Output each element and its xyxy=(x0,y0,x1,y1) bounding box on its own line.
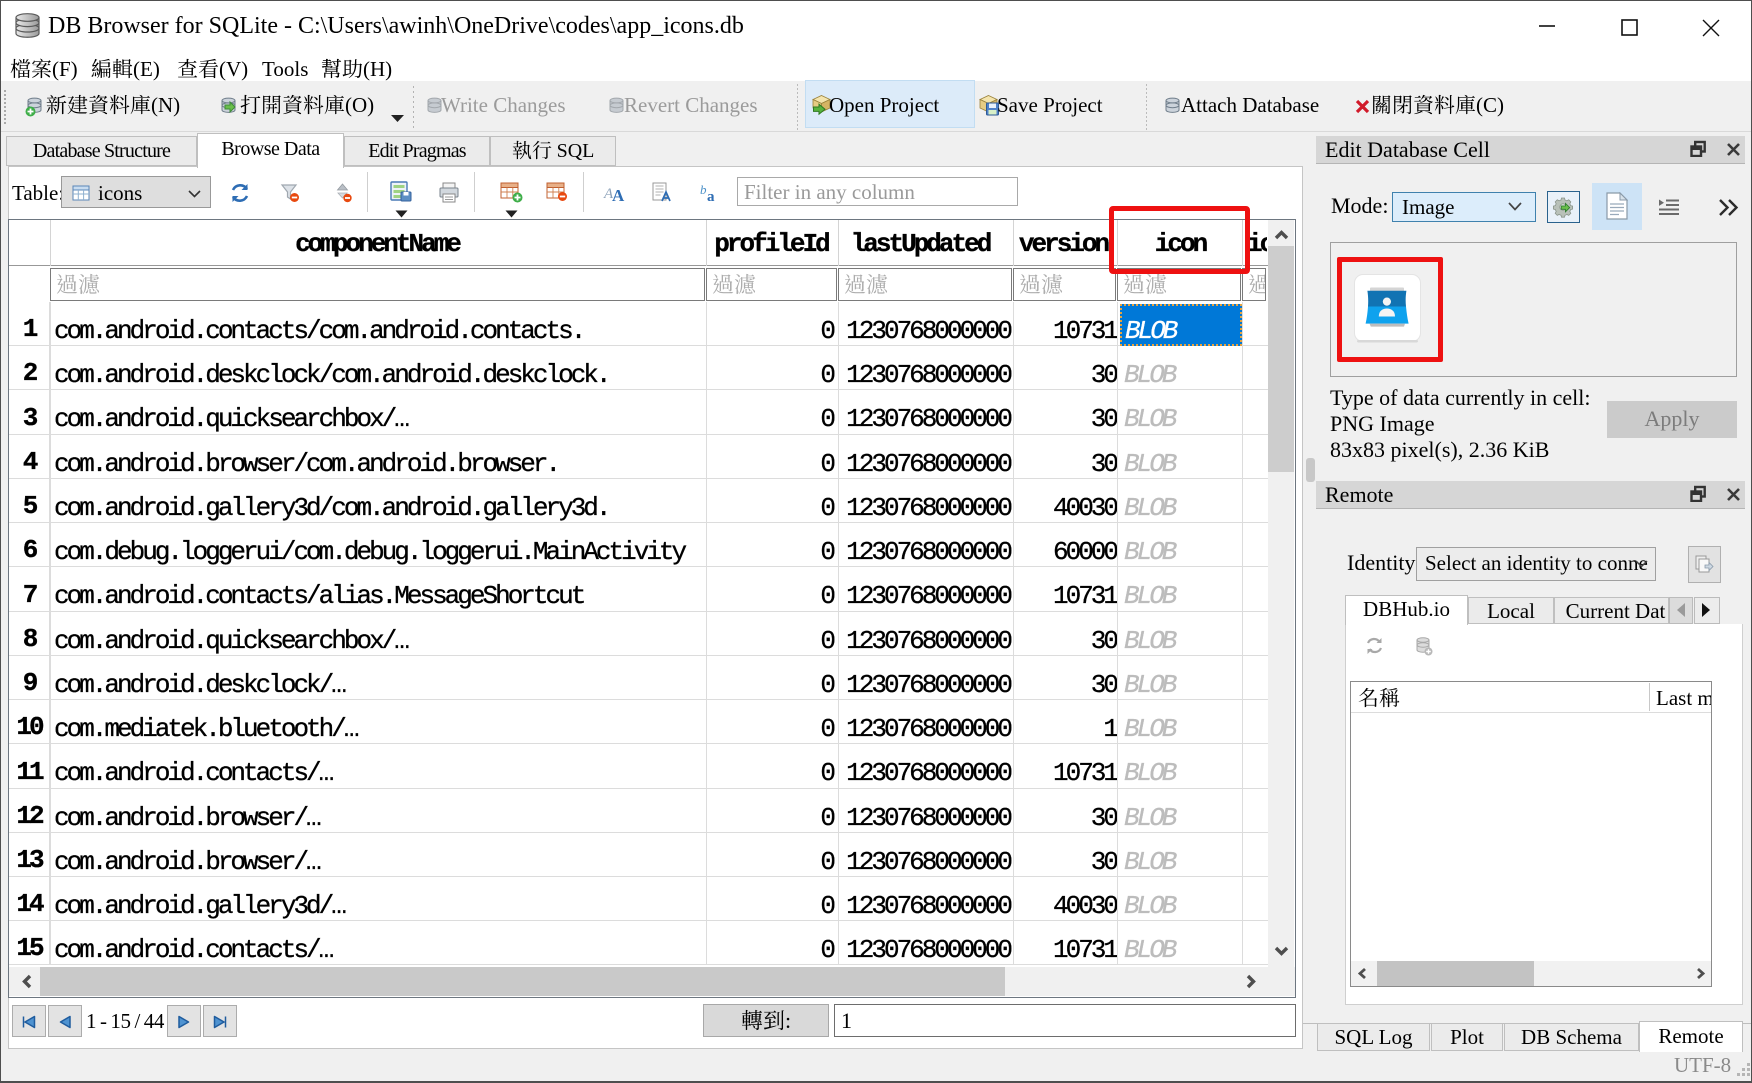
svg-text:A: A xyxy=(612,186,625,203)
svg-text:a: a xyxy=(707,189,715,203)
svg-text:b: b xyxy=(700,182,707,197)
